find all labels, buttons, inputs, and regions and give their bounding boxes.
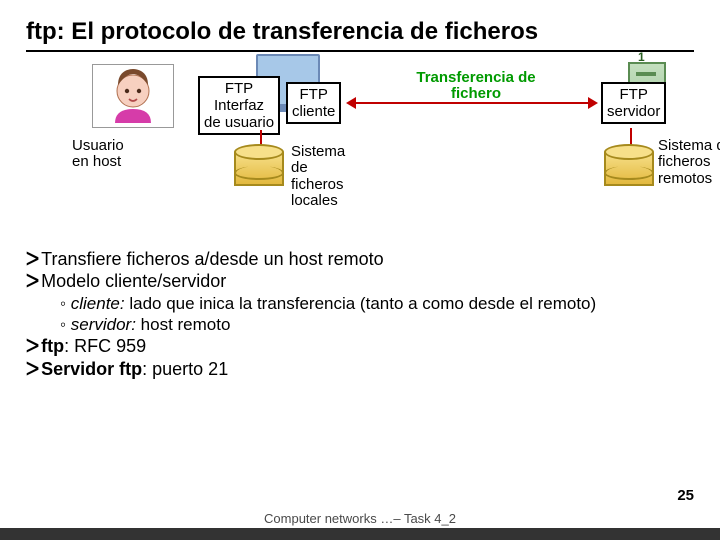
server-number: 1	[638, 50, 645, 64]
user-at-host-label: Usuario en host	[72, 138, 124, 171]
transfer-label: Transferencia de fichero	[386, 70, 566, 103]
footer-text: Computer networks …– Task 4_2	[0, 511, 720, 526]
slide: ftp: El protocolo de transferencia de fi…	[0, 0, 720, 540]
sub-client: cliente: lado que inica la transferencia…	[60, 293, 694, 314]
local-fs-label: Sistema de ficheros locales	[291, 144, 345, 210]
footer-bar	[0, 528, 720, 540]
slide-body: Transfiere ficheros a/desde un host remo…	[26, 248, 694, 381]
bullet-transfer: Transfiere ficheros a/desde un host remo…	[26, 248, 694, 271]
slide-title: ftp: El protocolo de transferencia de fi…	[26, 18, 694, 46]
remote-fs-label: Sistema de ficheros remotos	[658, 138, 720, 188]
ftp-diagram: 1 Usuario en host FTP Interfaz de usuari…	[26, 52, 694, 242]
page-number: 25	[677, 487, 694, 504]
ftp-client-box: FTP cliente	[286, 82, 341, 125]
bullet-model: Modelo cliente/servidor	[26, 270, 694, 293]
remote-filesystem-icon	[604, 144, 654, 194]
user-icon	[92, 64, 174, 128]
ftp-server-box: FTP servidor	[601, 82, 666, 125]
local-filesystem-icon	[234, 144, 284, 194]
bullet-port: Servidor ftp: puerto 21	[26, 358, 694, 381]
ftp-ui-box: FTP Interfaz de usuario	[198, 76, 280, 136]
bullet-rfc: ftp: RFC 959	[26, 335, 694, 358]
sub-server: servidor: host remoto	[60, 314, 694, 335]
